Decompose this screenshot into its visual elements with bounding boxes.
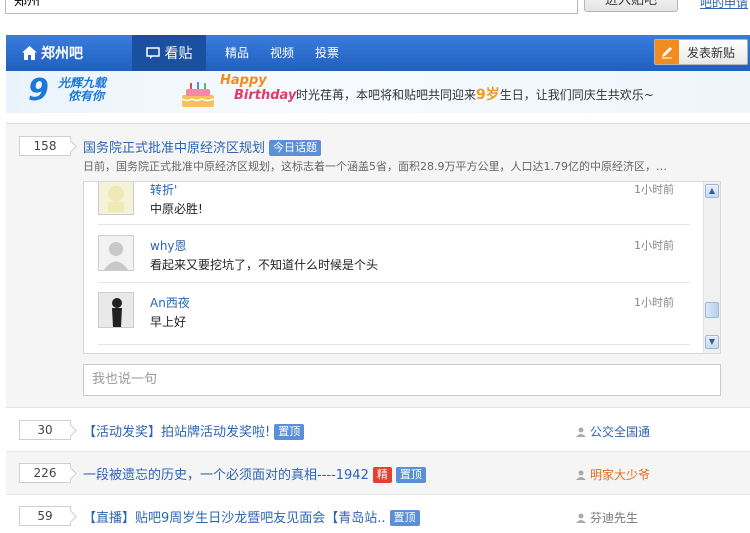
bar-name: 郑州吧 [41,46,83,62]
featured-badge: 精 [372,467,392,483]
reply-count: 59 [19,506,71,526]
thread-excerpt: 日前，国务院正式批准中原经济区规划，这标志着一个涵盖5省，面积28.9万平方公里… [83,160,667,173]
divider [98,344,690,345]
reply-author[interactable]: why恩 [150,237,187,254]
happy-line: Happy [220,73,267,88]
reply-scrollbar[interactable]: ▲ ▼ [703,182,720,353]
happy-birthday-text: Happy Birthday [220,73,296,103]
thread-row: 59 【直播】贴吧9周岁生日沙龙暨吧友见面会【青岛站.. 置顶 芬迪先生 [6,495,750,533]
tab-featured[interactable]: 精品 [225,35,249,71]
tab-video[interactable]: 视频 [270,35,294,71]
enter-bar-button[interactable]: 进入贴吧 [584,0,678,12]
reply-time: 1小时前 [634,183,674,196]
avatar[interactable] [98,292,134,328]
user-icon [576,470,586,480]
reply-text: 中原必胜! [150,202,203,216]
banner-text-after: 生日，让我们同庆生共欢乐~ [499,88,654,102]
reply-count: 226 [19,463,71,483]
reply-item: An西夜 早上好 1小时前 [98,292,690,332]
reply-author[interactable]: An西夜 [150,294,190,311]
thread-author[interactable]: 明家大少爷 [576,466,650,483]
thread-title-link[interactable]: 【直播】贴吧9周岁生日沙龙暨吧友见面会【青岛站.. 置顶 [83,507,420,526]
banner-slogan: 光辉九载 侬有你 [58,77,106,103]
slogan-line-2: 侬有你 [68,89,105,103]
scroll-up-icon[interactable]: ▲ [705,184,719,198]
thread-title-text: 【活动发奖】拍站牌活动发奖啦! [83,425,271,440]
reply-author[interactable]: 转折' [150,182,177,198]
home-icon [22,46,37,60]
thread-title-text: 【直播】贴吧9周岁生日沙龙暨吧友见面会【青岛站.. [83,511,386,526]
author-name: 公交全国通 [590,425,651,439]
pinned-badge: 置顶 [389,510,420,526]
tab-label: 看贴 [164,46,193,62]
today-topic-badge: 今日话题 [269,140,322,156]
reply-item: why恩 看起来又要挖坑了，不知道什么时候是个头 1小时前 [98,235,690,275]
thread-row-expanded: 158 国务院正式批准中原经济区规划 今日话题 日前，国务院正式批准中原经济区规划… [6,124,750,408]
author-name: 芬迪先生 [590,511,639,525]
reply-item: 转折' 中原必胜! 1小时前 [98,182,690,219]
apply-bar-link[interactable]: 吧的申请 [700,0,748,11]
user-icon [576,513,586,523]
reply-time: 1小时前 [634,239,674,252]
thread-title-link[interactable]: 【活动发奖】拍站牌活动发奖啦! 置顶 [83,421,305,440]
divider [98,282,690,283]
thread-title-link[interactable]: 国务院正式批准中原经济区规划 今日话题 [83,137,322,156]
thread-list: 158 国务院正式批准中原经济区规划 今日话题 日前，国务院正式批准中原经济区规划… [6,123,750,533]
user-icon [576,427,586,437]
bar-home-link[interactable]: 郑州吧 [6,35,132,71]
new-post-label: 发表新贴 [687,45,736,60]
banner-number: 9 [28,73,49,108]
avatar[interactable] [98,235,134,271]
reply-text: 早上好 [150,315,187,329]
chat-icon [145,46,160,59]
bar-nav: 郑州吧 看贴 精品 视频 投票 发表新贴 [6,35,750,71]
anniversary-banner[interactable]: 9 光辉九载 侬有你 Happy Birthday 时光荏苒，本吧将和贴吧共同迎… [6,71,750,113]
thread-row: 226 一段被遗忘的历史，一个必须面对的真相----1942 精置顶 明家大少爷 [6,452,750,495]
thread-row: 30 【活动发奖】拍站牌活动发奖啦! 置顶 公交全国通 [6,409,750,452]
reply-text: 看起来又要挖坑了，不知道什么时候是个头 [150,258,379,272]
reply-count: 158 [19,136,71,156]
reply-input[interactable]: 我也说一句 [83,364,721,396]
tab-view-posts[interactable]: 看贴 [132,35,206,71]
search-input[interactable]: 郑州 [5,0,578,14]
pinned-badge: 置顶 [274,424,305,440]
scroll-down-icon[interactable]: ▼ [705,335,719,349]
top-search-bar: 郑州 进入贴吧 吧的申请 [0,0,750,22]
reply-count: 30 [19,420,71,440]
avatar[interactable] [98,182,134,215]
author-name: 明家大少爷 [590,468,651,482]
reply-preview-panel: 转折' 中原必胜! 1小时前 why恩 看起来又要挖坑了，不知道什么时候是个头 … [83,181,721,354]
banner-message: 时光荏苒，本吧将和贴吧共同迎来9岁生日，让我们同庆生共欢乐~ [296,84,654,104]
reply-time: 1小时前 [634,296,674,309]
thread-author[interactable]: 公交全国通 [576,423,650,440]
pen-icon [655,40,679,64]
banner-text-highlight: 9岁 [476,87,500,103]
banner-text-before: 时光荏苒，本吧将和贴吧共同迎来 [296,88,477,102]
pinned-badge: 置顶 [395,467,426,483]
scroll-thumb[interactable] [705,302,719,318]
divider [98,224,690,225]
thread-title-link[interactable]: 一段被遗忘的历史，一个必须面对的真相----1942 精置顶 [83,464,426,483]
thread-title-text: 国务院正式批准中原经济区规划 [83,141,266,156]
new-post-button[interactable]: 发表新贴 [654,39,748,65]
thread-title-text: 一段被遗忘的历史，一个必须面对的真相----1942 [83,468,369,483]
thread-author[interactable]: 芬迪先生 [576,509,638,526]
tab-vote[interactable]: 投票 [315,35,339,71]
cake-icon [181,82,215,107]
birthday-line: Birthday [234,88,297,103]
